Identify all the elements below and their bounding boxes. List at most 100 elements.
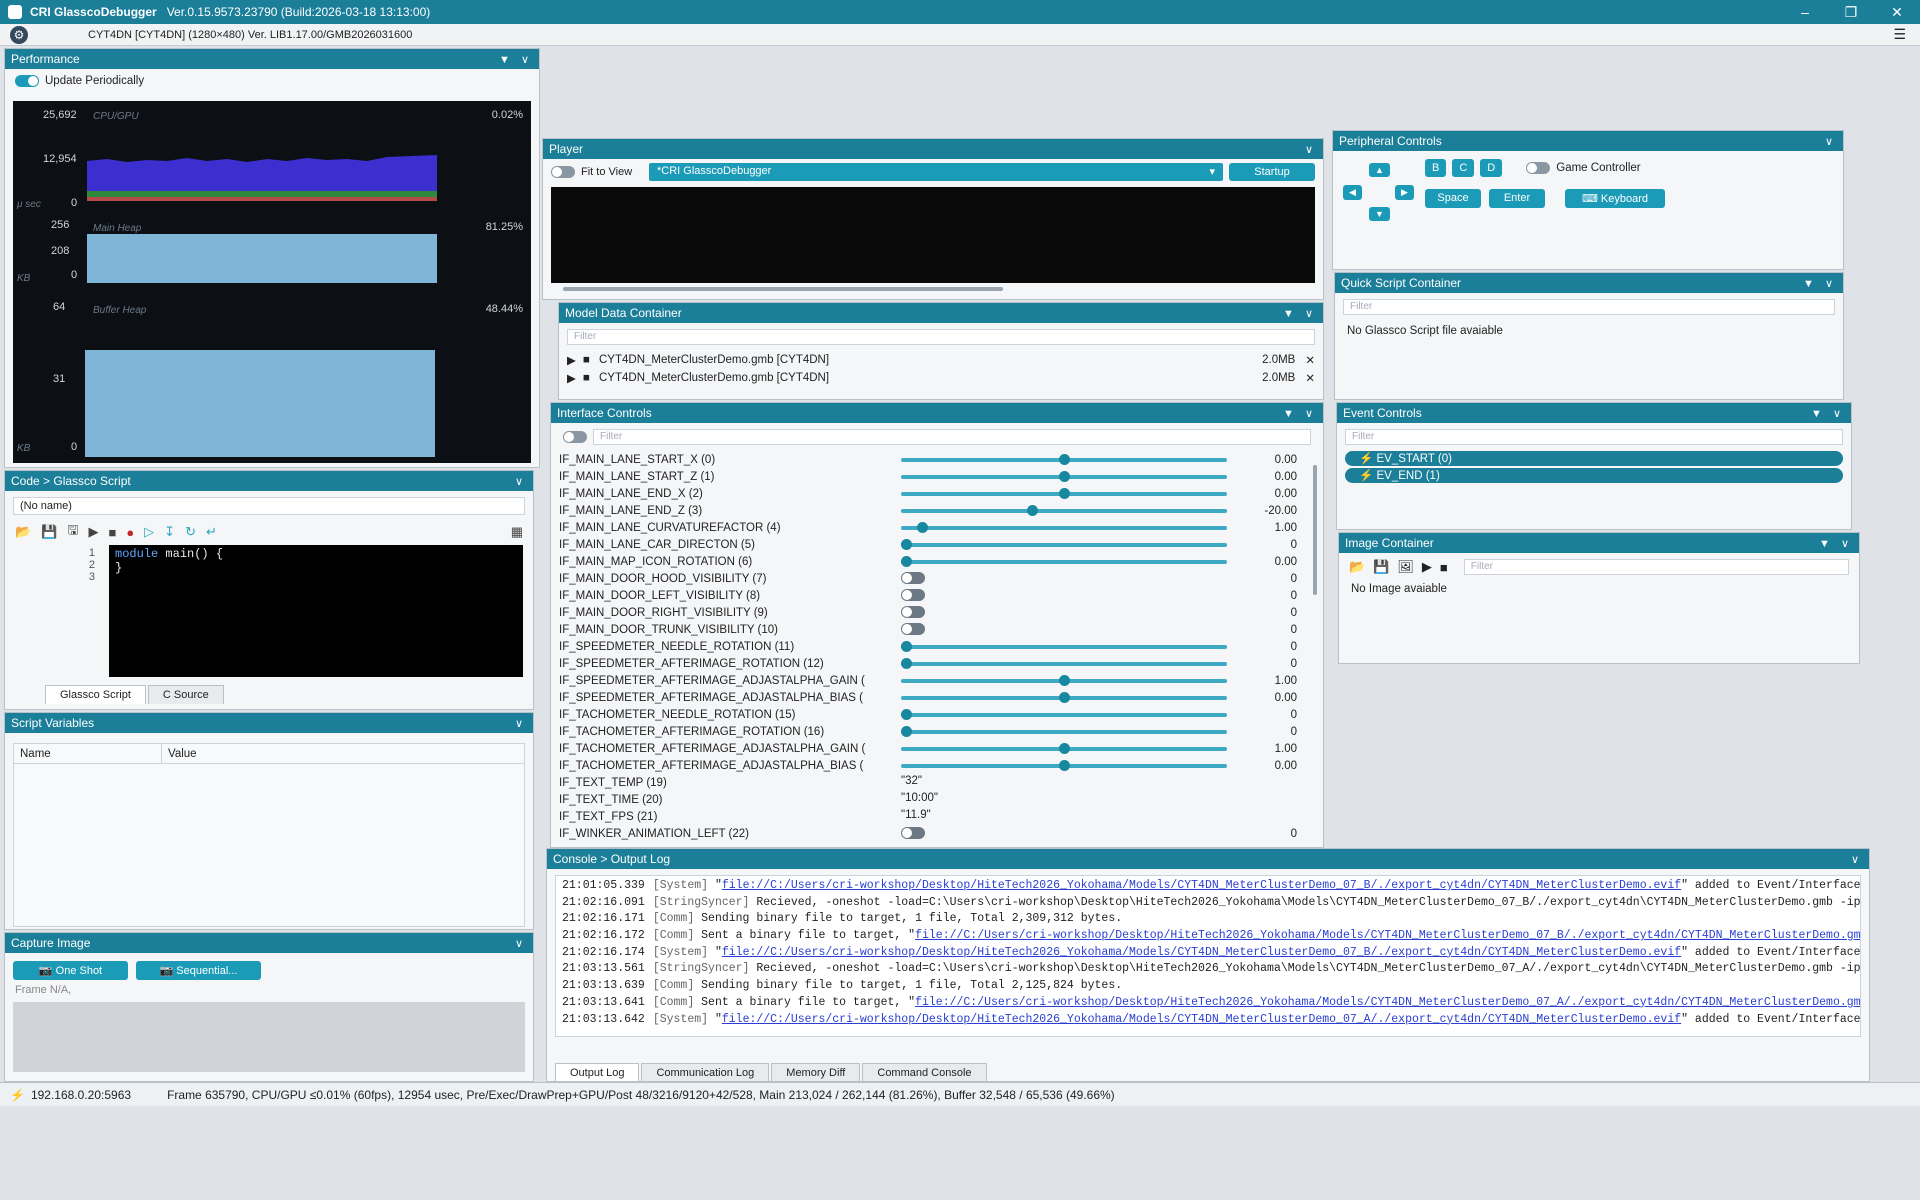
slider-knob[interactable] bbox=[1059, 488, 1070, 499]
tab-glassco-script[interactable]: Glassco Script bbox=[45, 685, 146, 704]
slider-track[interactable] bbox=[901, 509, 1227, 513]
game-controller-toggle[interactable] bbox=[1526, 162, 1551, 174]
play-icon[interactable]: ▶ bbox=[88, 524, 98, 540]
space-button[interactable]: Space bbox=[1425, 189, 1481, 208]
collapse-icon[interactable]: ▼ ∨ bbox=[1283, 307, 1317, 320]
slider-knob[interactable] bbox=[901, 726, 912, 737]
calculator-icon[interactable]: ▦ bbox=[511, 524, 523, 540]
remove-icon[interactable]: ✕ bbox=[1305, 371, 1315, 385]
slider-knob[interactable] bbox=[901, 539, 912, 550]
interface-string-value[interactable]: "11.9" bbox=[901, 809, 931, 821]
open-folder-icon[interactable]: 📂 bbox=[15, 524, 31, 540]
slider-knob[interactable] bbox=[901, 709, 912, 720]
code-editor[interactable]: module main() { } bbox=[109, 545, 523, 677]
collapse-icon[interactable]: ▼ ∨ bbox=[1819, 537, 1853, 550]
tab-command-console[interactable]: Command Console bbox=[862, 1063, 987, 1081]
slider-track[interactable] bbox=[901, 543, 1227, 547]
sequential-button[interactable]: 📷 Sequential... bbox=[136, 961, 261, 980]
update-periodically-toggle[interactable] bbox=[15, 75, 39, 87]
collapse-icon[interactable]: ▼ ∨ bbox=[1811, 407, 1845, 420]
interface-string-value[interactable]: "32" bbox=[901, 775, 922, 787]
startup-button[interactable]: Startup bbox=[1229, 163, 1315, 181]
slider-knob[interactable] bbox=[1059, 675, 1070, 686]
interface-toggle[interactable] bbox=[901, 572, 925, 584]
settings-gear-icon[interactable]: ⚙ bbox=[10, 25, 28, 44]
target-select[interactable]: *CRI GlasscoDebugger ▾ bbox=[649, 163, 1223, 181]
slider-knob[interactable] bbox=[1059, 454, 1070, 465]
collapse-icon[interactable]: ∨ bbox=[1851, 853, 1863, 866]
image-icon[interactable]: 🖼 bbox=[1397, 559, 1414, 575]
slider-track[interactable] bbox=[901, 645, 1227, 649]
play-icon[interactable]: ▶ bbox=[1422, 559, 1432, 575]
stop-icon[interactable]: ■ bbox=[583, 354, 599, 366]
event-button[interactable]: ⚡ EV_END (1) bbox=[1345, 468, 1843, 483]
list-item[interactable]: ▶ ■ CYT4DN_MeterClusterDemo.gmb [CYT4DN] … bbox=[567, 351, 1315, 369]
step-into-icon[interactable]: ↧ bbox=[164, 524, 175, 540]
enter-button[interactable]: Enter bbox=[1489, 189, 1545, 208]
interface-string-value[interactable]: "10:00" bbox=[901, 792, 938, 804]
interface-toggle[interactable] bbox=[901, 589, 925, 601]
collapse-icon[interactable]: ∨ bbox=[515, 937, 527, 950]
slider-track[interactable] bbox=[901, 560, 1227, 564]
fit-to-view-toggle[interactable] bbox=[551, 166, 575, 178]
remove-icon[interactable]: ✕ bbox=[1305, 353, 1315, 367]
list-item[interactable]: ▶ ■ CYT4DN_MeterClusterDemo.gmb [CYT4DN] … bbox=[567, 369, 1315, 387]
slider-knob[interactable] bbox=[1027, 505, 1038, 516]
stop-icon[interactable]: ■ bbox=[108, 525, 116, 540]
minimize-icon[interactable]: – bbox=[1782, 4, 1828, 21]
event-button[interactable]: ⚡ EV_START (0) bbox=[1345, 451, 1843, 466]
interface-toggle[interactable] bbox=[901, 827, 925, 839]
b-button[interactable]: B bbox=[1425, 159, 1447, 177]
slider-knob[interactable] bbox=[1059, 743, 1070, 754]
slider-knob[interactable] bbox=[917, 522, 928, 533]
close-icon[interactable]: ✕ bbox=[1874, 4, 1920, 21]
tab-communication-log[interactable]: Communication Log bbox=[641, 1063, 770, 1081]
slider-track[interactable] bbox=[901, 730, 1227, 734]
event-filter-input[interactable]: Filter bbox=[1345, 429, 1843, 445]
model-filter-input[interactable]: Filter bbox=[567, 329, 1315, 345]
hamburger-menu-icon[interactable]: ☰ bbox=[1893, 26, 1906, 43]
stop-icon[interactable]: ■ bbox=[583, 372, 599, 384]
collapse-icon[interactable]: ▼ ∨ bbox=[1803, 277, 1837, 290]
c-button[interactable]: C bbox=[1452, 159, 1475, 177]
column-value[interactable]: Value bbox=[162, 744, 197, 763]
slider-knob[interactable] bbox=[901, 556, 912, 567]
tab-output-log[interactable]: Output Log bbox=[555, 1063, 640, 1081]
log-link[interactable]: file://C:/Users/cri-workshop/Desktop/Hit… bbox=[722, 879, 1681, 892]
log-link[interactable]: file://C:/Users/cri-workshop/Desktop/Hit… bbox=[722, 1013, 1681, 1026]
down-arrow-button[interactable]: ▼ bbox=[1369, 207, 1390, 221]
collapse-icon[interactable]: ∨ bbox=[1825, 135, 1837, 148]
slider-knob[interactable] bbox=[901, 641, 912, 652]
play-icon[interactable]: ▶ bbox=[567, 353, 583, 367]
slider-knob[interactable] bbox=[901, 658, 912, 669]
column-name[interactable]: Name bbox=[14, 744, 162, 763]
restore-icon[interactable]: ❐ bbox=[1828, 4, 1874, 21]
output-log[interactable]: 21:01:05.339 [System] "file://C:/Users/cr… bbox=[555, 875, 1861, 1037]
keyboard-button[interactable]: ⌨ Keyboard bbox=[1565, 189, 1665, 208]
left-arrow-button[interactable]: ◀ bbox=[1343, 185, 1362, 200]
quick-script-filter-input[interactable]: Filter bbox=[1343, 299, 1835, 315]
slider-knob[interactable] bbox=[1059, 760, 1070, 771]
record-icon[interactable]: ● bbox=[126, 525, 134, 540]
slider-track[interactable] bbox=[901, 713, 1227, 717]
tab-memory-diff[interactable]: Memory Diff bbox=[771, 1063, 861, 1081]
log-link[interactable]: file://C:/Users/cri-workshop/Desktop/Hit… bbox=[915, 929, 1860, 942]
slider-knob[interactable] bbox=[1059, 471, 1070, 482]
collapse-icon[interactable]: ∨ bbox=[1305, 143, 1317, 156]
interface-filter-toggle[interactable] bbox=[563, 431, 587, 443]
save-icon[interactable]: 🖫 bbox=[67, 521, 78, 543]
slider-track[interactable] bbox=[901, 662, 1227, 666]
interface-toggle[interactable] bbox=[901, 623, 925, 635]
open-folder-icon[interactable]: 📂 bbox=[1349, 559, 1365, 575]
collapse-icon[interactable]: ∨ bbox=[515, 475, 527, 488]
tab-c-source[interactable]: C Source bbox=[147, 685, 224, 704]
collapse-icon[interactable]: ▼ ∨ bbox=[499, 53, 533, 66]
slider-track[interactable] bbox=[901, 526, 1227, 530]
collapse-icon[interactable]: ▼ ∨ bbox=[1283, 407, 1317, 420]
log-link[interactable]: file://C:/Users/cri-workshop/Desktop/Hit… bbox=[722, 946, 1681, 959]
player-scrollbar[interactable] bbox=[563, 287, 1003, 291]
image-filter-input[interactable]: Filter bbox=[1463, 559, 1849, 575]
step-over-icon[interactable]: ↻ bbox=[185, 524, 196, 540]
slider-knob[interactable] bbox=[1059, 692, 1070, 703]
collapse-icon[interactable]: ∨ bbox=[515, 717, 527, 730]
